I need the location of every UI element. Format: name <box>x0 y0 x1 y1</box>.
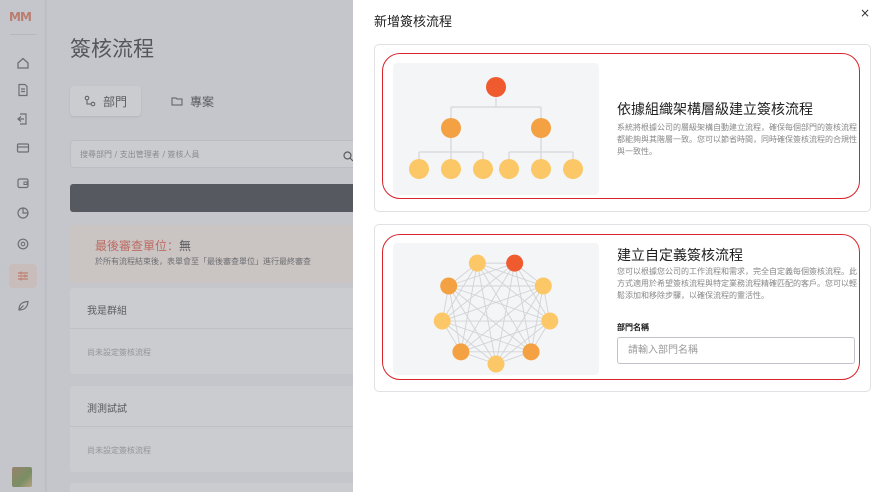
hierarchy-option-description: 系統將根據公司的層級架構自動建立流程，確保每個部門的簽核流程都能夠與其階層一致。… <box>617 123 857 156</box>
hierarchy-node <box>499 159 519 179</box>
department-name-label: 部門名稱 <box>617 323 649 332</box>
hierarchy-node <box>441 118 461 138</box>
network-node <box>487 355 505 373</box>
hierarchy-node <box>531 118 551 138</box>
custom-flow-option[interactable]: 建立自定義簽核流程 您可以根據您公司的工作流程和需求，完全自定義每個簽核流程。此… <box>374 224 871 392</box>
hierarchy-node <box>409 159 429 179</box>
drawer-title: 新增簽核流程 <box>374 15 453 30</box>
hierarchy-node <box>531 159 551 179</box>
network-node <box>541 312 559 330</box>
hierarchy-flow-option[interactable]: 依據組織架構層級建立簽核流程 系統將根據公司的層級架構自動建立流程，確保每個部門… <box>374 44 871 212</box>
custom-option-description: 您可以根據您公司的工作流程和需求，完全自定義每個簽核流程。此方式適用於希望簽核流… <box>617 267 857 300</box>
hierarchy-node <box>486 77 506 97</box>
hierarchy-illustration <box>393 63 599 195</box>
new-flow-drawer: 新增簽核流程 × 依據組織架構層級建立簽核流程 系統將根據公司的層級架構自動建立… <box>353 0 886 492</box>
hierarchy-option-title: 依據組織架構層級建立簽核流程 <box>617 102 813 118</box>
network-node <box>468 254 486 272</box>
network-node <box>440 277 458 295</box>
network-node <box>506 254 524 272</box>
hierarchy-node <box>473 159 493 179</box>
department-name-input[interactable] <box>617 337 855 364</box>
custom-option-title: 建立自定義簽核流程 <box>617 248 743 264</box>
close-button[interactable]: × <box>858 6 872 20</box>
hierarchy-node <box>563 159 583 179</box>
hierarchy-node <box>441 159 461 179</box>
network-node <box>452 343 470 361</box>
network-illustration <box>393 243 599 375</box>
network-node <box>433 312 451 330</box>
network-node <box>522 343 540 361</box>
network-node <box>534 277 552 295</box>
